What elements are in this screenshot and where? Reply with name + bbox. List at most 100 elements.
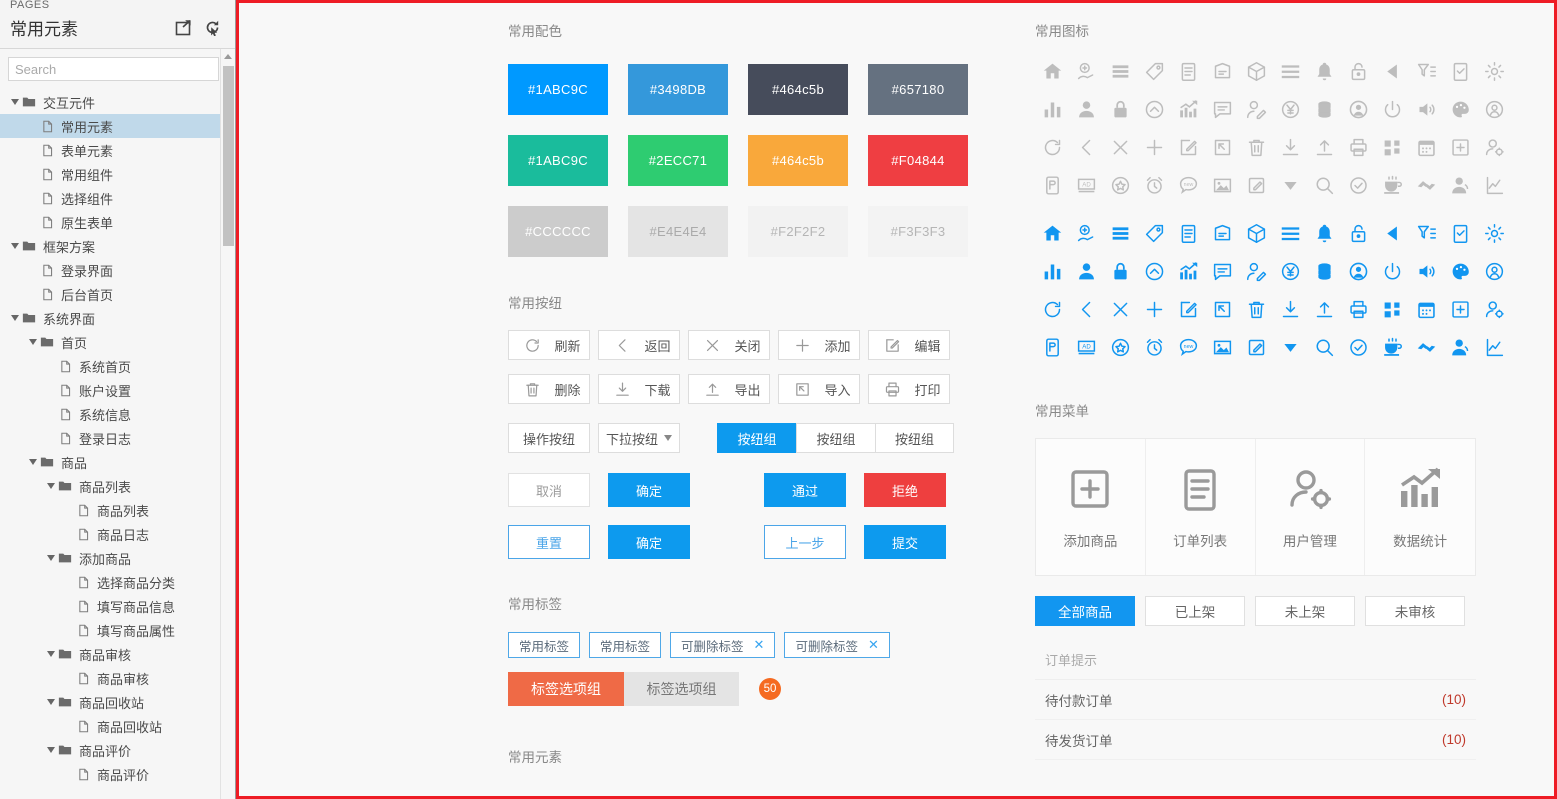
tree-expand-caret[interactable] xyxy=(44,690,57,714)
tree-folder-row[interactable]: 交互元件 xyxy=(0,90,235,114)
plus-icon[interactable] xyxy=(1137,130,1171,164)
list-stack-icon[interactable] xyxy=(1103,54,1137,88)
reload-pointer-icon[interactable] xyxy=(204,19,221,36)
tag-option[interactable]: 标签选项组 xyxy=(508,672,624,706)
tree-page-row[interactable]: 填写商品信息 xyxy=(0,594,235,618)
tag-close-icon[interactable]: ✕ xyxy=(868,637,879,653)
user-badge-icon[interactable] xyxy=(1477,92,1511,126)
trash-icon[interactable] xyxy=(1239,130,1273,164)
button-download[interactable]: 下载 xyxy=(598,374,680,404)
bar-chart-icon[interactable] xyxy=(1035,92,1069,126)
chevron-left-icon[interactable] xyxy=(1069,130,1103,164)
lock-icon[interactable] xyxy=(1103,254,1137,288)
tree-expand-caret[interactable] xyxy=(44,738,57,762)
yen-circle-icon[interactable] xyxy=(1273,92,1307,126)
money-hand-icon[interactable] xyxy=(1069,216,1103,250)
coffee-icon[interactable] xyxy=(1375,168,1409,202)
action-button-确定[interactable]: 确定 xyxy=(608,525,690,559)
alarm-clock-icon[interactable] xyxy=(1137,168,1171,202)
refresh-icon[interactable] xyxy=(1035,130,1069,164)
action-button[interactable]: 操作按纽 xyxy=(508,423,590,453)
user-icon[interactable] xyxy=(1069,92,1103,126)
tree-page-row[interactable]: 填写商品属性 xyxy=(0,618,235,642)
tag[interactable]: 常用标签 xyxy=(589,632,662,658)
tag-icon[interactable] xyxy=(1137,216,1171,250)
tree-expand-caret[interactable] xyxy=(8,90,21,114)
tree-folder-row[interactable]: 添加商品 xyxy=(0,546,235,570)
new-badge-icon[interactable]: new xyxy=(1171,168,1205,202)
menu-bars-icon[interactable] xyxy=(1273,54,1307,88)
color-swatch[interactable]: #CCCCCC xyxy=(508,206,608,257)
upload-icon[interactable] xyxy=(1307,130,1341,164)
order-row[interactable]: 待发货订单 (10) xyxy=(1035,720,1476,760)
dropdown-button[interactable]: 下拉按纽 xyxy=(598,423,680,453)
open-in-new-window-icon[interactable] xyxy=(175,19,192,36)
search-icon[interactable] xyxy=(1307,330,1341,364)
tree-page-row[interactable]: 选择组件 xyxy=(0,186,235,210)
color-swatch[interactable]: #F04844 xyxy=(868,135,968,186)
star-circle-icon[interactable] xyxy=(1103,330,1137,364)
user-settings-icon[interactable] xyxy=(1477,292,1511,326)
tree-expand-caret[interactable] xyxy=(26,330,39,354)
user-circle-icon[interactable] xyxy=(1341,92,1375,126)
tree-expand-caret[interactable] xyxy=(8,234,21,258)
edit-icon[interactable] xyxy=(1171,130,1205,164)
filter-list-icon[interactable] xyxy=(1409,216,1443,250)
tree-page-row[interactable]: 商品审核 xyxy=(0,666,235,690)
alarm-clock-icon[interactable] xyxy=(1137,330,1171,364)
menu-card[interactable]: 添加商品 xyxy=(1036,439,1146,575)
color-swatch[interactable]: #464c5b xyxy=(748,135,848,186)
tree-page-row[interactable]: 原生表单 xyxy=(0,210,235,234)
menu-card[interactable]: 用户管理 xyxy=(1256,439,1366,575)
download-icon[interactable] xyxy=(1273,292,1307,326)
bell-icon[interactable] xyxy=(1307,54,1341,88)
tag[interactable]: 常用标签 xyxy=(508,632,581,658)
tree-folder-row[interactable]: 系统界面 xyxy=(0,306,235,330)
star-circle-icon[interactable] xyxy=(1103,168,1137,202)
play-left-icon[interactable] xyxy=(1375,216,1409,250)
tag[interactable]: 可删除标签 ✕ xyxy=(670,632,776,658)
user-edit-icon[interactable] xyxy=(1239,92,1273,126)
tag-icon[interactable] xyxy=(1137,54,1171,88)
chevron-left-icon[interactable] xyxy=(1069,292,1103,326)
tree-folder-row[interactable]: 商品审核 xyxy=(0,642,235,666)
clipboard-icon[interactable] xyxy=(1171,216,1205,250)
menu-card[interactable]: 订单列表 xyxy=(1146,439,1256,575)
grid-apps-icon[interactable] xyxy=(1375,130,1409,164)
tree-folder-row[interactable]: 商品回收站 xyxy=(0,690,235,714)
power-icon[interactable] xyxy=(1375,254,1409,288)
cloud-up-icon[interactable] xyxy=(1137,254,1171,288)
button-edit[interactable]: 编辑 xyxy=(868,330,950,360)
tree-folder-row[interactable]: 商品 xyxy=(0,450,235,474)
box-icon[interactable] xyxy=(1239,54,1273,88)
menu-bars-icon[interactable] xyxy=(1273,216,1307,250)
import-icon[interactable] xyxy=(1205,130,1239,164)
scrollbar-thumb[interactable] xyxy=(223,66,234,246)
action-button-确定[interactable]: 确定 xyxy=(608,473,690,507)
comment-icon[interactable] xyxy=(1205,254,1239,288)
mobile-pay-icon[interactable] xyxy=(1035,168,1069,202)
button-close[interactable]: 关闭 xyxy=(688,330,770,360)
box-icon[interactable] xyxy=(1239,216,1273,250)
tree-page-row[interactable]: 后台首页 xyxy=(0,282,235,306)
tree-page-row[interactable]: 商品日志 xyxy=(0,522,235,546)
home-icon[interactable] xyxy=(1035,216,1069,250)
yen-circle-icon[interactable] xyxy=(1273,254,1307,288)
gear-icon[interactable] xyxy=(1477,54,1511,88)
tree-page-row[interactable]: 常用组件 xyxy=(0,162,235,186)
action-button-重置[interactable]: 重置 xyxy=(508,525,590,559)
handshake-icon[interactable] xyxy=(1409,330,1443,364)
tag-option[interactable]: 标签选项组 xyxy=(624,672,739,706)
button-import[interactable]: 导入 xyxy=(778,374,860,404)
unlock-icon[interactable] xyxy=(1341,216,1375,250)
filter-tab[interactable]: 全部商品 xyxy=(1035,596,1135,626)
button-printer[interactable]: 打印 xyxy=(868,374,950,404)
tree-page-row[interactable]: 常用元素 xyxy=(0,114,235,138)
trend-chart-icon[interactable] xyxy=(1171,92,1205,126)
clipboard-icon[interactable] xyxy=(1171,54,1205,88)
tree-page-row[interactable]: 系统信息 xyxy=(0,402,235,426)
person-icon[interactable] xyxy=(1443,168,1477,202)
button-upload[interactable]: 导出 xyxy=(688,374,770,404)
tree-folder-row[interactable]: 首页 xyxy=(0,330,235,354)
search-input[interactable] xyxy=(8,57,219,81)
